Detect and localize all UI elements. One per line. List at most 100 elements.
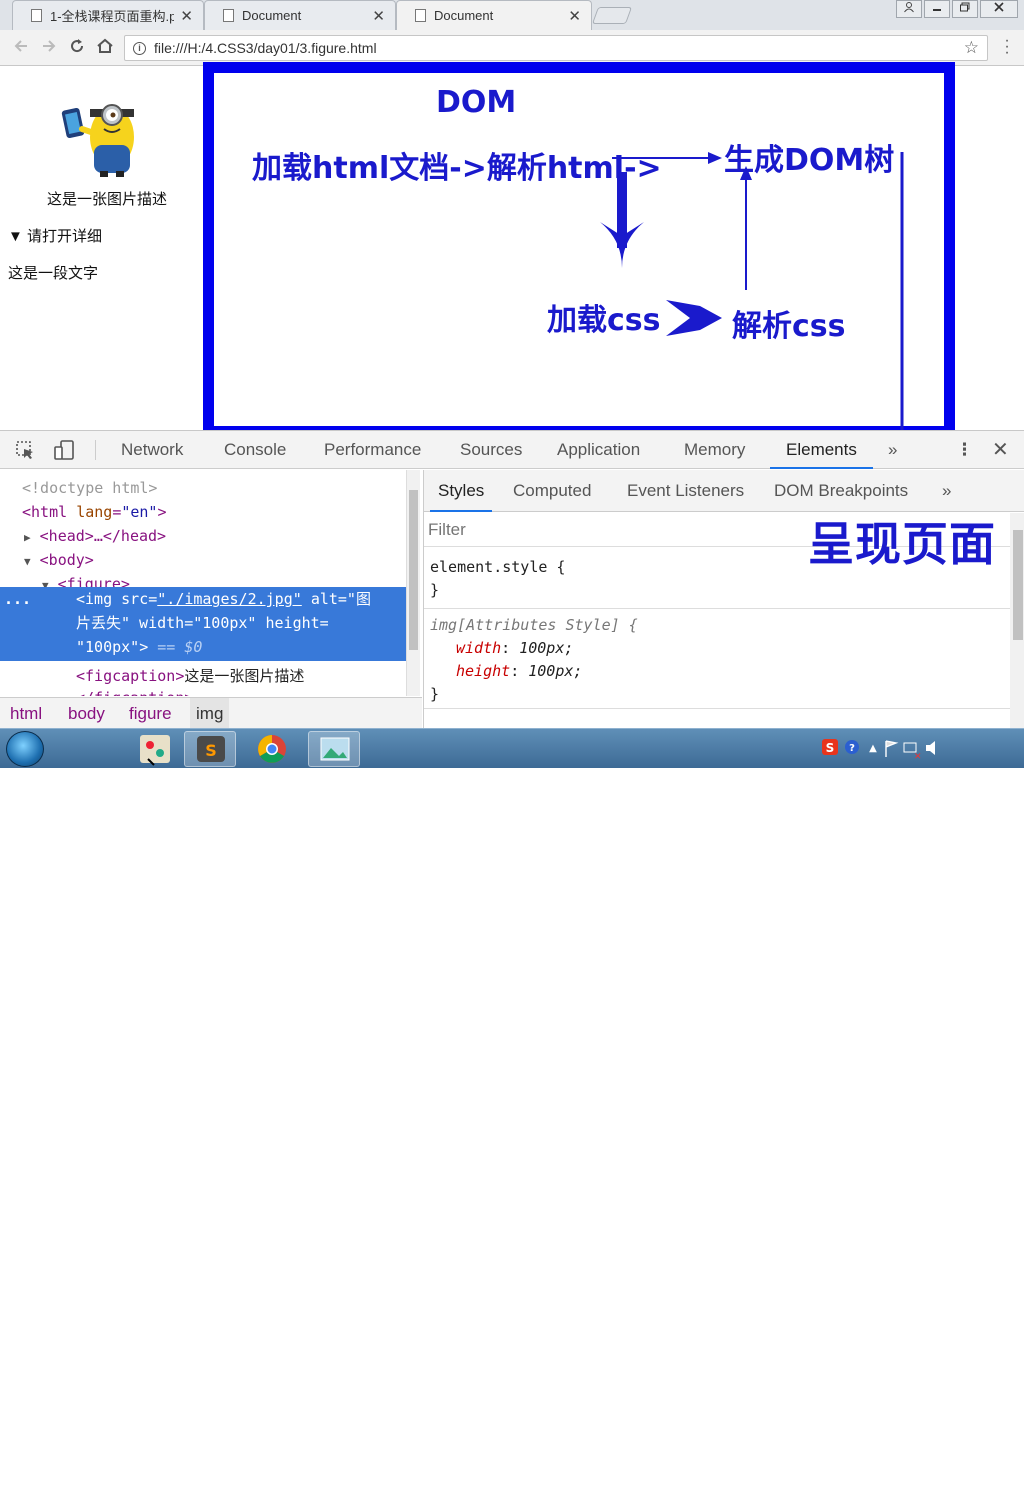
- info-icon[interactable]: i: [133, 41, 146, 55]
- restore-button[interactable]: [952, 0, 978, 18]
- flag-icon[interactable]: [885, 740, 899, 757]
- breadcrumb-img[interactable]: img: [190, 698, 230, 729]
- close-tab-icon[interactable]: ✕: [568, 7, 581, 25]
- html-node[interactable]: <html lang="en">: [22, 500, 167, 524]
- breadcrumb-figure[interactable]: figure: [129, 698, 172, 729]
- clock-date[interactable]: 2018/7/26: [942, 1479, 1016, 1493]
- diagram-step-load-css: 加载css: [547, 303, 661, 338]
- svg-text:?: ?: [849, 743, 855, 754]
- new-tab-button[interactable]: [591, 7, 633, 24]
- elements-scrollbar-thumb[interactable]: [409, 490, 418, 650]
- diagram-step-load-html: 加载html文档->解析html->: [252, 151, 662, 186]
- reload-button[interactable]: [66, 37, 88, 59]
- figcaption-close-node[interactable]: </figcaption>: [76, 686, 193, 696]
- expand-triangle-icon[interactable]: ▶: [24, 531, 31, 544]
- minion-image: [61, 104, 134, 177]
- img-attributes-style-rule[interactable]: img[Attributes Style] { width: 100px; he…: [430, 614, 638, 706]
- breadcrumb-body[interactable]: body: [68, 698, 105, 729]
- tab-styles[interactable]: Styles: [430, 470, 493, 512]
- rule-selector: element.style {: [430, 558, 566, 576]
- elements-tree: <!doctype html> <html lang="en"> ▶ <head…: [0, 470, 422, 696]
- tab-computed[interactable]: Computed: [513, 470, 591, 512]
- collapse-triangle-icon[interactable]: ▼: [24, 555, 31, 568]
- tab-dom-breakpoints[interactable]: DOM Breakpoints: [774, 470, 908, 512]
- img-src-link[interactable]: "./images/2.jpg": [157, 590, 302, 608]
- forward-button[interactable]: [38, 37, 60, 59]
- photo-viewer-button[interactable]: [308, 731, 360, 767]
- more-tabs-icon[interactable]: »: [888, 431, 897, 469]
- gutter-dots-icon[interactable]: ...: [4, 587, 31, 611]
- document-icon: [223, 9, 234, 22]
- tab-pdf[interactable]: 1-全栈课程页面重构.pdf ✕: [12, 0, 204, 30]
- sublime-text-button[interactable]: S: [184, 731, 236, 767]
- start-button[interactable]: [6, 731, 44, 767]
- devtools-panel: Network Console Performance Sources Appl…: [0, 430, 1024, 729]
- details-summary[interactable]: ▼ 请打开详细: [8, 225, 102, 246]
- breadcrumb: html body figure img: [0, 697, 422, 729]
- url-text[interactable]: file:///H:/4.CSS3/day01/3.figure.html: [154, 40, 377, 56]
- sogou-input-icon[interactable]: S: [822, 739, 838, 755]
- figcaption-node[interactable]: <figcaption>这是一张图片描述: [76, 664, 304, 688]
- tray-expand-icon[interactable]: ▲: [869, 743, 877, 754]
- minimize-button[interactable]: [924, 0, 950, 18]
- tab-title: 1-全栈课程页面重构.pdf: [50, 9, 175, 24]
- svg-text:✕: ✕: [914, 752, 922, 762]
- close-tab-icon[interactable]: ✕: [180, 7, 193, 25]
- windows-taskbar: S S ? ▲ ✕ 10:17 2018/7/26: [0, 728, 1024, 1493]
- style-property-height[interactable]: height: 100px;: [430, 660, 638, 683]
- home-button[interactable]: [94, 37, 116, 59]
- help-icon[interactable]: ?: [845, 740, 859, 754]
- clock-time[interactable]: 10:17: [955, 1461, 1001, 1475]
- close-devtools-icon[interactable]: ✕: [992, 431, 1009, 469]
- tab-performance[interactable]: Performance: [324, 431, 421, 469]
- tab-document-1[interactable]: Document ✕: [204, 0, 396, 30]
- tab-event-listeners[interactable]: Event Listeners: [627, 470, 744, 512]
- user-icon[interactable]: [896, 0, 922, 18]
- volume-icon[interactable]: [926, 741, 935, 755]
- element-style-rule[interactable]: element.style { }: [430, 556, 565, 602]
- devtools-menu-icon[interactable]: ⋮: [956, 431, 973, 469]
- close-tab-icon[interactable]: ✕: [372, 7, 385, 25]
- back-button[interactable]: [10, 37, 32, 59]
- selected-img-node[interactable]: ... <img src="./images/2.jpg" alt="图 片丢失…: [0, 587, 406, 661]
- diagram-step-parse-css: 解析css: [732, 309, 846, 344]
- head-node[interactable]: ▶ <head>…</head>: [24, 524, 166, 550]
- breadcrumb-html[interactable]: html: [10, 698, 42, 729]
- tab-memory[interactable]: Memory: [684, 431, 745, 469]
- chrome-app-button[interactable]: [246, 731, 298, 767]
- body-tag: <body>: [39, 551, 94, 569]
- bookmark-star-icon[interactable]: ☆: [964, 38, 979, 58]
- styles-scrollbar-thumb[interactable]: [1013, 530, 1023, 640]
- dom-rendering-diagram: DOM 加载html文档->解析html-> 生成DOM树 加载css 解析cs…: [203, 62, 955, 437]
- rule-divider: [424, 708, 1024, 709]
- browser-tab-strip: 1-全栈课程页面重构.pdf ✕ Document ✕ Document ✕: [0, 0, 1024, 30]
- close-window-button[interactable]: [980, 0, 1018, 18]
- figcaption-text: 这是一张图片描述: [184, 667, 305, 685]
- rule-selector: img[Attributes Style] {: [430, 616, 638, 634]
- network-icon[interactable]: ✕: [903, 742, 922, 762]
- browser-menu-icon[interactable]: · · ·: [1004, 33, 1010, 61]
- tab-title: Document: [242, 8, 302, 23]
- tab-network[interactable]: Network: [121, 431, 183, 469]
- html-tag: <html: [22, 503, 68, 521]
- tab-console[interactable]: Console: [224, 431, 286, 469]
- device-toolbar-icon[interactable]: [53, 439, 75, 461]
- tab-application[interactable]: Application: [557, 431, 640, 469]
- inspect-element-icon[interactable]: [14, 439, 36, 461]
- tab-sources[interactable]: Sources: [460, 431, 522, 469]
- more-style-tabs-icon[interactable]: »: [942, 470, 951, 512]
- doctype-node[interactable]: <!doctype html>: [22, 476, 157, 500]
- svg-text:▲: ▲: [869, 743, 877, 754]
- paint-app-button[interactable]: [130, 731, 182, 767]
- diagram-step-dom-tree: 生成DOM树: [724, 143, 895, 178]
- style-property-width[interactable]: width: 100px;: [430, 637, 638, 660]
- diagram-heading: DOM: [436, 85, 517, 120]
- address-bar[interactable]: i file:///H:/4.CSS3/day01/3.figure.html …: [124, 35, 988, 61]
- rule-close: }: [430, 685, 440, 703]
- tab-title: Document: [434, 8, 494, 23]
- tab-document-active[interactable]: Document ✕: [396, 0, 592, 30]
- document-icon: [31, 9, 42, 22]
- tab-elements[interactable]: Elements: [770, 431, 873, 469]
- body-node[interactable]: ▼ <body>: [24, 548, 94, 574]
- img-tag-line3: "100px"> == $0: [76, 638, 203, 656]
